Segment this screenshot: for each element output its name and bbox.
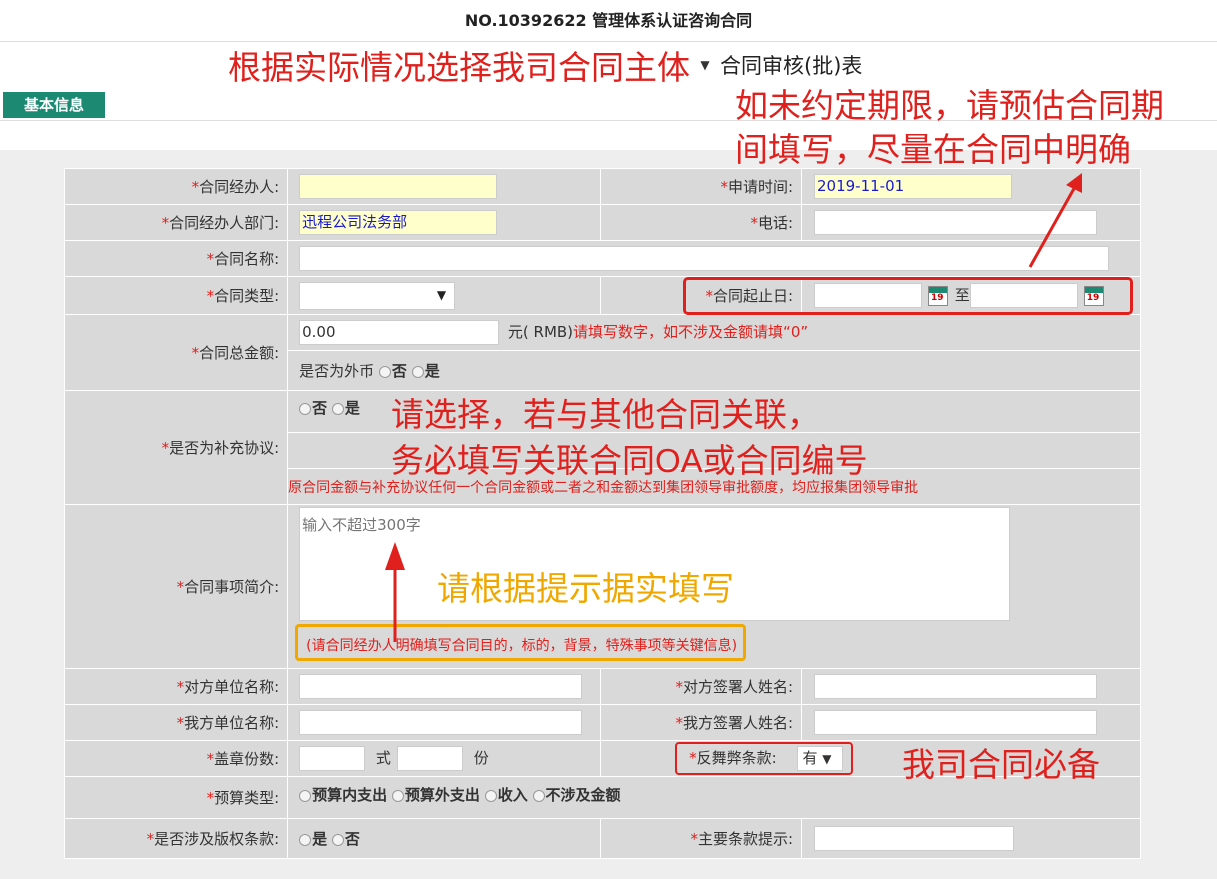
contract-type-select[interactable]: ▼ bbox=[299, 281, 456, 310]
budget-income-label: 收入 bbox=[497, 786, 528, 804]
budget-in-radio[interactable] bbox=[299, 789, 312, 802]
foreign-no-label: 否 bbox=[391, 362, 407, 380]
amount-unit: 元( RMB) bbox=[507, 323, 574, 341]
budget-income-radio[interactable] bbox=[484, 789, 497, 802]
amount-note: 请填写数字，如不涉及金额请填“0” bbox=[573, 323, 809, 341]
counterparty-signer-label: *对方签署人姓名: bbox=[600, 668, 802, 705]
budget-none-radio[interactable] bbox=[532, 789, 545, 802]
period-arrow bbox=[1028, 173, 1082, 268]
phone-label: *电话: bbox=[600, 204, 802, 241]
foreign-no-radio[interactable] bbox=[378, 365, 391, 378]
foreign-currency-label: 是否为外币 bbox=[299, 362, 375, 380]
copyright-yes-radio[interactable] bbox=[299, 833, 312, 846]
apply-time-input[interactable]: 2019-11-01 bbox=[814, 174, 1012, 199]
dept-label: *合同经办人部门: bbox=[63, 204, 289, 241]
copyright-label: *是否涉及版权条款: bbox=[63, 818, 289, 859]
apply-time-label: *申请时间: bbox=[600, 168, 802, 205]
seal-sets-input[interactable] bbox=[299, 746, 366, 771]
budget-out-label: 预算外支出 bbox=[404, 786, 480, 804]
handler-input[interactable] bbox=[299, 174, 498, 199]
supplement-yes-label: 是 bbox=[344, 399, 360, 417]
budget-type-label: *预算类型: bbox=[63, 776, 289, 819]
anti-fraud-label: 反舞弊条款: bbox=[696, 749, 777, 767]
summary-arrow bbox=[385, 542, 405, 642]
copyright-no-radio[interactable] bbox=[331, 833, 344, 846]
seal-copies-input[interactable] bbox=[396, 746, 463, 771]
copyright-yes-label: 是 bbox=[312, 830, 328, 848]
period-hint-annotation: 如未约定期限，请预估合同期 间填写，尽量在合同中明确 bbox=[735, 87, 1164, 168]
anti-fraud-hint-annotation: 我司合同必备 bbox=[902, 746, 1100, 783]
contract-name-input[interactable] bbox=[299, 246, 1110, 271]
foreign-yes-radio[interactable] bbox=[411, 365, 424, 378]
seal-copies-label: *盖章份数: bbox=[63, 740, 289, 777]
our-party-label: *我方单位名称: bbox=[63, 704, 289, 741]
seal-unit-sets: 式 bbox=[375, 749, 391, 767]
form-subtitle-row: 根据实际情况选择我司合同主体 ▼ 合同审核(批)表 bbox=[228, 44, 862, 86]
summary-hint-annotation: 请根据提示据实填写 bbox=[437, 570, 734, 607]
counterparty-input[interactable] bbox=[299, 674, 583, 699]
counterparty-label: *对方单位名称: bbox=[63, 668, 289, 705]
our-signer-label: *我方签署人姓名: bbox=[600, 704, 802, 741]
anti-fraud-select[interactable]: 有 ▼ bbox=[797, 746, 844, 771]
our-party-input[interactable] bbox=[299, 710, 583, 735]
contract-header-title: NO.10392622 管理体系认证咨询合同 bbox=[0, 0, 1217, 42]
entity-select[interactable]: ▼ bbox=[692, 51, 718, 79]
contract-name-label: *合同名称: bbox=[63, 240, 289, 277]
amount-label: *合同总金额: bbox=[63, 314, 289, 391]
key-terms-label: *主要条款提示: bbox=[600, 818, 802, 859]
our-signer-input[interactable] bbox=[814, 710, 1097, 735]
period-highlight-box bbox=[683, 277, 1133, 315]
amount-input[interactable]: 0.00 bbox=[299, 320, 500, 345]
summary-label: *合同事项简介: bbox=[63, 504, 289, 669]
budget-in-label: 预算内支出 bbox=[312, 786, 388, 804]
form-title: 合同审核(批)表 bbox=[720, 54, 863, 78]
supplement-yes-radio[interactable] bbox=[331, 402, 344, 415]
summary-note: (请合同经办人明确填写合同目的，标的，背景，特殊事项等关键信息) bbox=[306, 638, 738, 654]
budget-none-label: 不涉及金额 bbox=[545, 786, 621, 804]
entity-hint-annotation: 根据实际情况选择我司合同主体 bbox=[228, 49, 690, 86]
supplement-no-radio[interactable] bbox=[299, 402, 312, 415]
supplement-label: *是否为补充协议: bbox=[63, 390, 289, 505]
copyright-no-label: 否 bbox=[344, 830, 360, 848]
foreign-yes-label: 是 bbox=[424, 362, 440, 380]
budget-out-radio[interactable] bbox=[391, 789, 404, 802]
key-terms-input[interactable] bbox=[814, 826, 1014, 851]
supplement-hint-annotation: 请选择，若与其他合同关联， 务必填写关联合同OA或合同编号 bbox=[391, 396, 868, 479]
contract-type-label: *合同类型: bbox=[63, 276, 289, 315]
supplement-no-label: 否 bbox=[312, 399, 328, 417]
dept-input[interactable]: 迅程公司法务部 bbox=[299, 210, 498, 235]
counterparty-signer-input[interactable] bbox=[814, 674, 1097, 699]
handler-label: *合同经办人: bbox=[63, 168, 289, 205]
seal-unit-copies: 份 bbox=[473, 749, 489, 767]
tab-basic-info[interactable]: 基本信息 bbox=[3, 92, 105, 118]
